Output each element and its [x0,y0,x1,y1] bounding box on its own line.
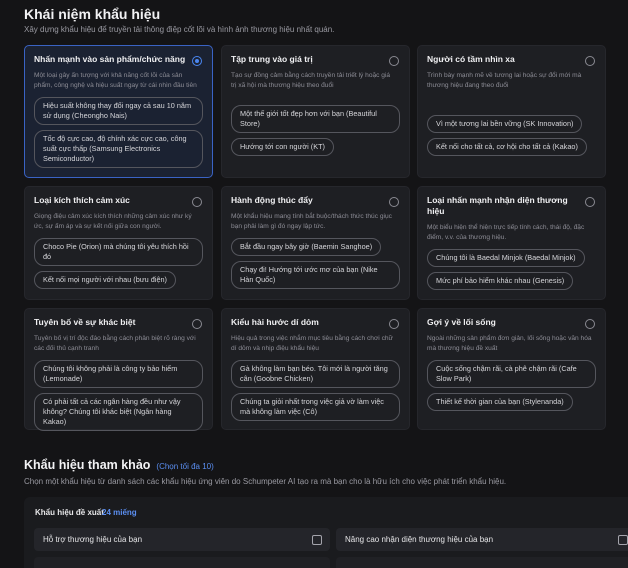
example-chip[interactable]: Chúng tôi là Baedal Minjok (Baedal Minjo… [427,249,585,267]
example-chip[interactable]: Thiết kế thời gian của bạn (Stylenanda) [427,393,573,411]
card-description: Một biểu hiện thể hiện trực tiếp tính cá… [427,224,585,241]
concept-section-title: Khái niệm khẩu hiệu [24,6,161,22]
example-chip[interactable]: Mức phí bảo hiểm khác nhau (Genesis) [427,272,574,290]
example-chip[interactable]: Hướng tới con người (KT) [231,138,334,156]
example-chip[interactable]: Vì một tương lai bền vững (SK Innovation… [427,115,583,133]
card-description: Ngoài những sản phẩm đơn giản, lối sống … [427,335,592,352]
card-title: Kiểu hài hước dí dỏm [231,317,319,327]
example-chip[interactable]: Chúng tôi không phải là công ty bảo hiểm… [34,360,203,388]
card-description: Tạo sự đồng cảm bằng cách truyền tải tri… [231,72,391,89]
checkbox[interactable] [312,535,322,545]
suggested-slogan-item-partial[interactable] [34,557,330,568]
radio-button[interactable] [192,56,202,66]
card-title: Loại nhấn mạnh nhận diện thương hiệu [427,195,568,216]
slogan-type-card-product[interactable]: Nhấn mạnh vào sản phẩm/chức năng Một loạ… [24,45,213,178]
suggested-slogans-panel: Khẩu hiệu đề xuất 24 miếng Hỗ trợ thương… [24,497,628,568]
card-description: Giọng điệu cảm xúc kích thích những cảm … [34,213,192,230]
card-title: Nhấn mạnh vào sản phẩm/chức năng [34,54,186,64]
radio-button[interactable] [192,319,202,329]
checkbox[interactable] [618,535,628,545]
card-description: Tuyên bố vị trí độc đáo bằng cách phân b… [34,335,196,352]
example-chip[interactable]: Choco Pie (Orion) mà chúng tôi yêu thích… [34,238,203,266]
suggested-slogans-label: Khẩu hiệu đề xuất [35,508,104,517]
slogan-type-card-emotional[interactable]: Loại kích thích cảm xúc Giọng điệu cảm x… [24,186,213,300]
example-chip[interactable]: Bắt đầu ngay bây giờ (Baemin Sanghoe) [231,238,382,256]
example-chip[interactable]: Có phải tất cả các ngân hàng đều như vậy… [34,393,203,431]
suggested-slogan-label: Nâng cao nhận diện thương hiệu của bạn [345,535,494,544]
radio-button[interactable] [585,197,595,207]
example-chip[interactable]: Tốc độ cực cao, độ chính xác cực cao, cô… [34,130,203,168]
suggested-slogan-item[interactable]: Nâng cao nhận diện thương hiệu của bạn [336,528,628,551]
radio-button[interactable] [389,56,399,66]
concept-section-description: Xây dựng khẩu hiệu để truyền tải thông đ… [24,25,335,34]
card-title: Người có tầm nhìn xa [427,54,515,64]
card-title: Hành động thúc đẩy [231,195,313,205]
slogan-type-card-visionary[interactable]: Người có tầm nhìn xa Trình bày mạnh mẽ v… [417,45,606,178]
example-chip[interactable]: Chúng ta giỏi nhất trong việc giả vờ làm… [231,393,400,421]
example-chip[interactable]: Hiệu suất không thay đổi ngay cả sau 10 … [34,97,203,125]
example-chip[interactable]: Chạy đi! Hướng tới ước mơ của bạn (Nike … [231,261,400,289]
example-chip[interactable]: Kết nối cho tất cả, cơ hội cho tất cả (K… [427,138,587,156]
slogan-type-card-action[interactable]: Hành động thúc đẩy Một khẩu hiệu mang tí… [221,186,410,300]
slogan-type-card-humor[interactable]: Kiểu hài hước dí dỏm Hiệu quả trong việc… [221,308,410,430]
slogan-type-card-lifestyle[interactable]: Gợi ý về lối sống Ngoài những sản phẩm đ… [417,308,606,430]
select-limit-link[interactable]: (Chọn tối đa 10) [156,462,213,471]
slogan-type-card-differentiation[interactable]: Tuyên bố về sự khác biệt Tuyên bố vị trí… [24,308,213,431]
slogan-type-card-identity[interactable]: Loại nhấn mạnh nhận diện thương hiệu Một… [417,186,606,300]
example-chip[interactable]: Kết nối mọi người với nhau (bưu điện) [34,271,176,289]
radio-button[interactable] [389,319,399,329]
radio-button[interactable] [585,319,595,329]
card-description: Một khẩu hiệu mang tính bắt buộc/thách t… [231,213,392,230]
card-title: Tập trung vào giá trị [231,54,313,64]
suggested-slogans-count: 24 miếng [102,508,137,517]
card-description: Trình bày mạnh mẽ về tương lai hoặc sự đ… [427,72,582,89]
suggested-slogan-item[interactable]: Hỗ trợ thương hiệu của bạn [34,528,330,551]
card-title: Loại kích thích cảm xúc [34,195,130,205]
reference-section-description: Chọn một khẩu hiệu từ danh sách các khẩu… [24,477,507,486]
example-chip[interactable]: Gà không làm bạn béo. Tôi mới là người t… [231,360,400,388]
card-description: Hiệu quả trong việc nhắm mục tiêu bằng c… [231,335,393,352]
card-description: Một loại gây ấn tượng với khả năng cốt l… [34,72,197,89]
slogan-type-card-value[interactable]: Tập trung vào giá trị Tạo sự đồng cảm bằ… [221,45,410,178]
suggested-slogan-item-partial[interactable] [336,557,628,568]
card-title: Gợi ý về lối sống [427,317,496,327]
reference-section-title: Khẩu hiệu tham khảo [24,458,151,472]
example-chip[interactable]: Cuộc sống chậm rãi, cà phê chậm rãi (Caf… [427,360,596,388]
radio-button[interactable] [192,197,202,207]
card-title: Tuyên bố về sự khác biệt [34,317,136,327]
example-chip[interactable]: Một thế giới tốt đẹp hơn với bạn (Beauti… [231,105,400,133]
reference-header: Khẩu hiệu tham khảo (Chọn tối đa 10) [24,458,214,472]
radio-button[interactable] [585,56,595,66]
radio-button[interactable] [389,197,399,207]
suggested-slogan-label: Hỗ trợ thương hiệu của bạn [43,535,143,544]
